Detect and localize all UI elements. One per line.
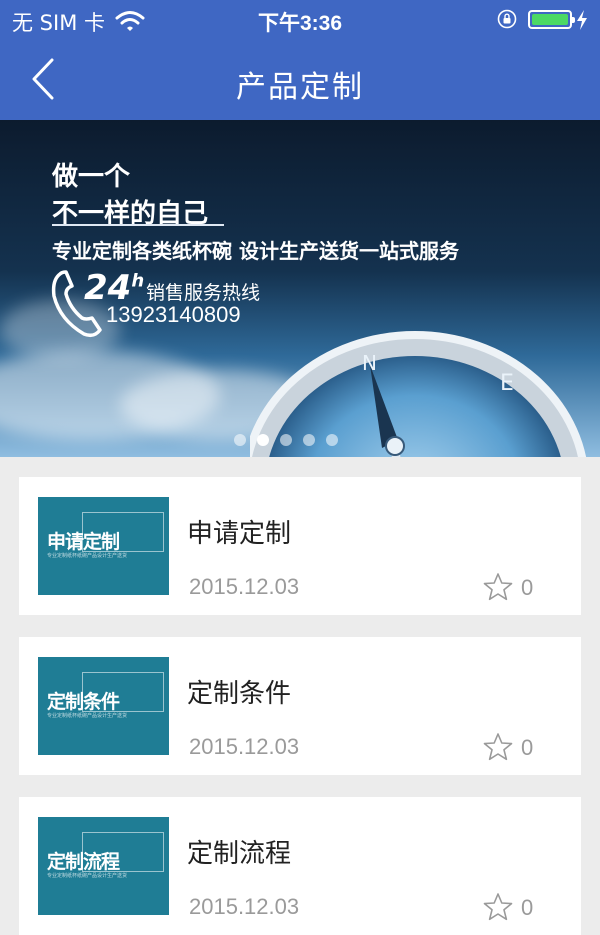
- favorite-count: 0: [521, 895, 534, 920]
- carousel-dots: [234, 434, 338, 446]
- star-icon[interactable]: [483, 892, 513, 922]
- thumbnail-title: 定制流程: [47, 851, 120, 873]
- top-bar: 无 SIM 卡 下午3:36 产品定制: [0, 0, 600, 120]
- page-title: 产品定制: [236, 70, 364, 105]
- thumbnail-title: 定制条件: [47, 691, 120, 713]
- item-thumbnail: 定制流程 专业定制纸杯纸碗产品设计生产送货: [38, 817, 169, 915]
- carousel-dot[interactable]: [257, 434, 269, 446]
- item-date: 2015.12.03: [189, 734, 300, 759]
- thumbnail-subtitle: 专业定制纸杯纸碗产品设计生产送货: [47, 553, 128, 559]
- thumbnail-subtitle: 专业定制纸杯纸碗产品设计生产送货: [47, 873, 128, 879]
- star-icon[interactable]: [483, 572, 513, 602]
- svg-text:N: N: [362, 351, 377, 375]
- item-thumbnail: 申请定制 专业定制纸杯纸碗产品设计生产送货: [38, 497, 169, 595]
- banner-carousel[interactable]: E N 做一个 不一样的自己 专业定制各类纸杯碗 设计生产送货一站式服务 24h…: [0, 120, 600, 457]
- banner-services: 专业定制各类纸杯碗 设计生产送货一站式服务: [52, 239, 459, 263]
- status-bar: 无 SIM 卡 下午3:36: [0, 0, 600, 40]
- svg-text:E: E: [500, 371, 514, 396]
- list-item[interactable]: 定制流程 专业定制纸杯纸碗产品设计生产送货 定制流程 2015.12.03 0: [19, 797, 581, 935]
- battery-fill: [532, 14, 568, 25]
- rotation-lock-icon: [497, 9, 517, 29]
- item-title: 定制条件: [187, 679, 292, 709]
- battery-icon: [528, 10, 575, 29]
- item-date: 2015.12.03: [189, 894, 300, 919]
- carousel-dot[interactable]: [326, 434, 338, 446]
- thumbnail-subtitle: 专业定制纸杯纸碗产品设计生产送货: [47, 713, 128, 719]
- star-icon[interactable]: [483, 732, 513, 762]
- item-thumbnail: 定制条件 专业定制纸杯纸碗产品设计生产送货: [38, 657, 169, 755]
- thumbnail-title: 申请定制: [47, 531, 120, 553]
- favorite-count: 0: [521, 575, 534, 600]
- favorite-count: 0: [521, 735, 534, 760]
- list-item[interactable]: 申请定制 专业定制纸杯纸碗产品设计生产送货 申请定制 2015.12.03 0: [19, 477, 581, 615]
- carousel-dot[interactable]: [303, 434, 315, 446]
- item-title: 申请定制: [187, 519, 292, 549]
- item-title: 定制流程: [187, 839, 292, 869]
- banner-slogan-line1: 做一个: [52, 162, 131, 192]
- list-item[interactable]: 定制条件 专业定制纸杯纸碗产品设计生产送货 定制条件 2015.12.03 0: [19, 637, 581, 775]
- charging-bolt-icon: [577, 10, 587, 30]
- hotline-label: 销售服务热线: [146, 282, 261, 304]
- hotline-number: 13923140809: [106, 302, 241, 327]
- banner-divider: [52, 224, 224, 226]
- carousel-dot[interactable]: [280, 434, 292, 446]
- item-date: 2015.12.03: [189, 574, 300, 599]
- carousel-dot[interactable]: [234, 434, 246, 446]
